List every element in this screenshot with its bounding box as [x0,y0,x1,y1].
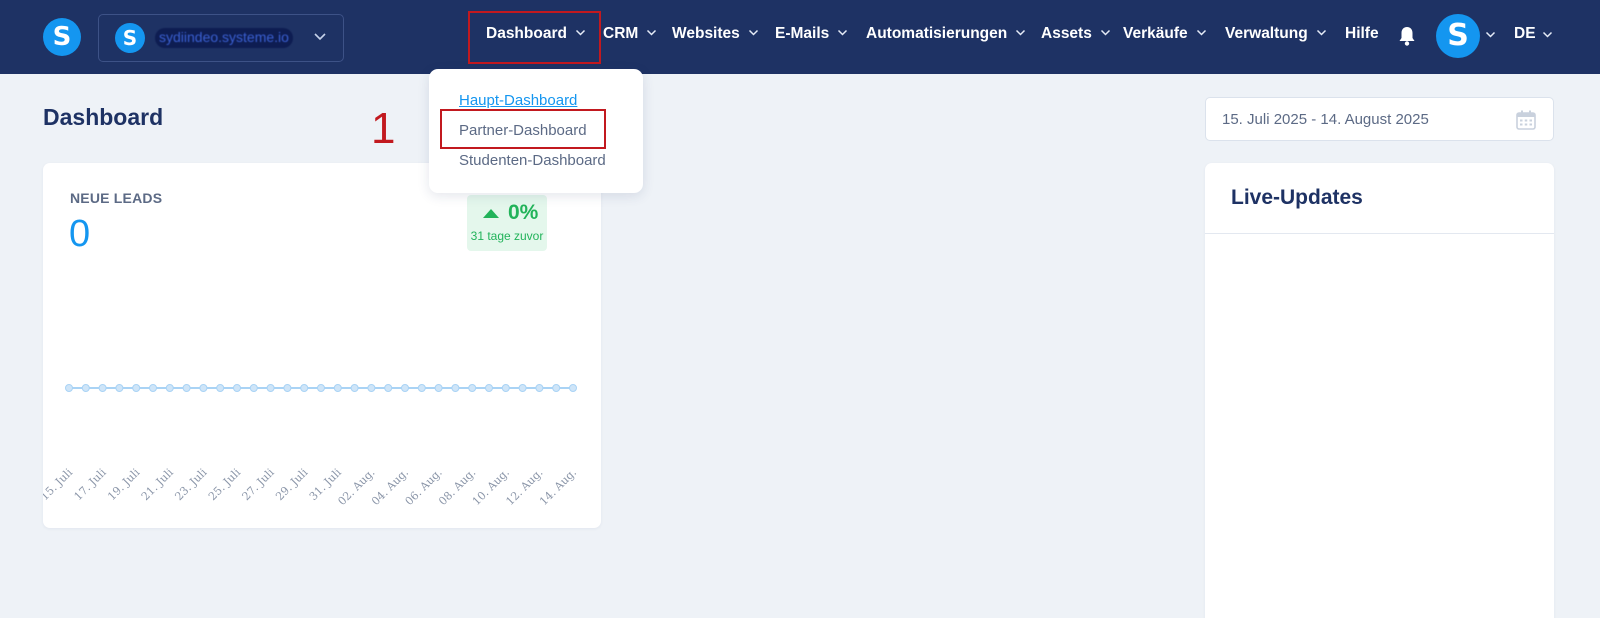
annotation-step-number: 1 [371,104,396,153]
menu-item-studenten-dashboard[interactable]: Studenten-Dashboard [459,152,606,169]
data-point[interactable] [367,384,376,392]
data-point[interactable] [535,384,544,392]
chevron-down-icon[interactable] [1485,29,1496,43]
data-point[interactable] [518,384,527,392]
chevron-down-icon[interactable] [1542,29,1553,43]
data-point[interactable] [149,384,157,392]
leads-line-chart: 15. Juli17. Juli19. Juli21. Juli23. Juli… [43,384,579,508]
x-tick-label: 25. Juli [206,466,243,503]
nav-label: Verwaltung [1225,25,1308,42]
page-title: Dashboard [43,104,164,130]
top-navigation-bar: S S sydiindeo.systeme.io Dashboard CRM W… [0,0,1600,74]
user-avatar[interactable]: S [1436,14,1480,58]
x-tick-label: 14. Aug. [537,466,579,508]
new-leads-card: NEUE LEADS 0 0% 31 tage zuvor 15. Juli 17… [43,163,601,528]
chevron-down-icon [1015,27,1026,41]
data-point[interactable] [569,384,577,392]
chevron-down-icon [748,27,759,41]
nav-label: Verkäufe [1123,25,1188,42]
systeme-logo[interactable]: S [43,18,81,56]
data-point[interactable] [283,384,292,392]
data-point[interactable] [233,384,241,392]
nav-assets[interactable]: Assets [1041,25,1111,43]
data-point[interactable] [266,384,275,392]
data-point[interactable] [401,384,409,392]
live-updates-card: Live-Updates [1205,163,1554,618]
chevron-down-icon [837,27,848,41]
data-point[interactable] [182,384,191,392]
nav-label: Websites [672,25,740,42]
data-point[interactable] [333,384,342,392]
nav-websites[interactable]: Websites [672,25,759,43]
annotation-highlight-dashboard [468,11,601,64]
data-point[interactable] [115,384,124,392]
data-point[interactable] [199,384,208,392]
x-tick-label: 27. Juli [240,466,277,503]
data-point[interactable] [468,384,477,392]
data-point[interactable] [384,384,393,392]
data-point[interactable] [216,384,225,392]
data-point[interactable] [98,384,107,392]
chevron-down-icon [1196,27,1207,41]
x-tick-label: 15. Juli [43,466,75,503]
data-point[interactable] [65,384,73,392]
x-tick-label: 23. Juli [172,466,209,503]
data-point[interactable] [501,384,510,392]
date-range-value: 15. Juli 2025 - 14. August 2025 [1222,111,1429,128]
data-point[interactable] [249,384,258,392]
chevron-down-icon [1316,27,1327,41]
nav-label: E-Mails [775,25,830,42]
live-updates-title: Live-Updates [1231,186,1363,209]
x-tick-label: 17. Juli [72,466,109,503]
data-point[interactable] [417,384,426,392]
nav-label: Automatisierungen [866,25,1008,42]
chevron-down-icon [313,29,327,46]
site-name: sydiindeo.systeme.io [155,28,293,48]
site-logo-icon: S [115,23,145,53]
language-selector[interactable]: DE [1514,25,1536,43]
data-point[interactable] [434,384,443,392]
data-point[interactable] [81,384,90,392]
data-point[interactable] [451,384,460,392]
calendar-icon [1515,109,1537,131]
chevron-down-icon [646,27,657,41]
data-point[interactable] [485,384,493,392]
x-tick-label: 21. Juli [139,466,176,503]
data-point[interactable] [350,384,359,392]
nav-automatisierungen[interactable]: Automatisierungen [866,25,1026,43]
annotation-highlight-partner-dashboard [440,109,606,149]
x-tick-label: 19. Juli [105,466,142,503]
nav-hilfe[interactable]: Hilfe [1345,25,1379,43]
nav-verwaltung[interactable]: Verwaltung [1225,25,1327,43]
bell-icon[interactable] [1395,24,1419,48]
x-tick-label: 29. Juli [273,466,310,503]
chevron-down-icon [1100,27,1111,41]
nav-crm[interactable]: CRM [603,25,657,43]
site-selector[interactable]: S sydiindeo.systeme.io [98,14,344,62]
data-point[interactable] [165,384,174,392]
menu-item-haupt-dashboard[interactable]: Haupt-Dashboard [459,92,577,109]
data-point[interactable] [552,384,561,392]
data-point[interactable] [317,384,325,392]
nav-verkaufe[interactable]: Verkäufe [1123,25,1207,43]
nav-emails[interactable]: E-Mails [775,25,848,43]
date-range-picker[interactable]: 15. Juli 2025 - 14. August 2025 [1205,97,1554,141]
nav-label: CRM [603,25,639,42]
data-point[interactable] [300,384,309,392]
nav-label: Assets [1041,25,1092,42]
divider [1205,233,1554,234]
nav-label: Hilfe [1345,25,1379,42]
data-point[interactable] [132,384,141,392]
